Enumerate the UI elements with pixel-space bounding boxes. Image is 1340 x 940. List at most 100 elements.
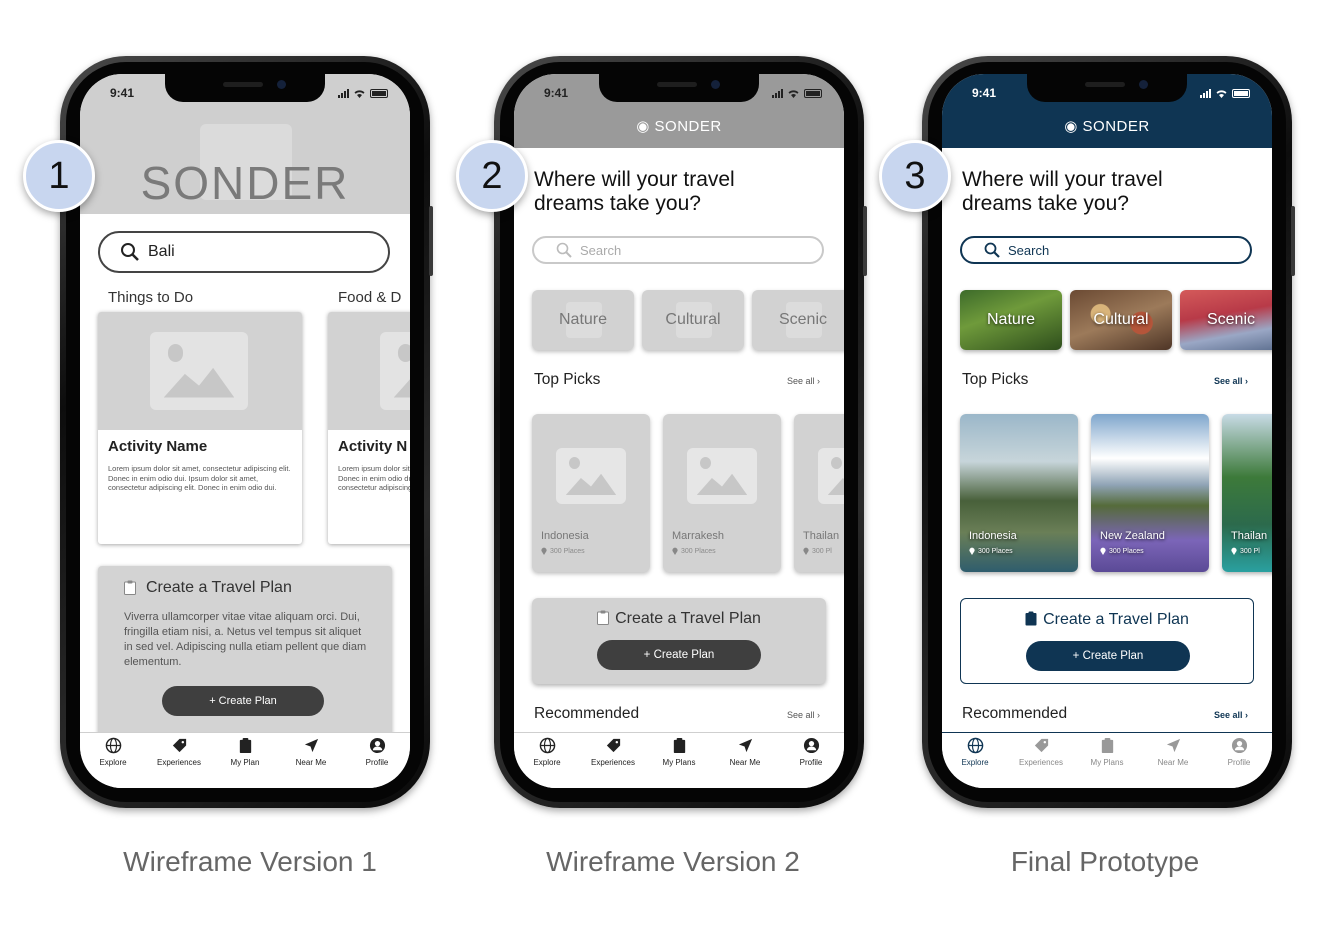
screen-wireframe-2: ◉ SONDER 9:41 Where will your travel drea… — [514, 74, 844, 788]
tab-profile[interactable]: Profile — [346, 737, 408, 788]
destination-card[interactable]: Indonesia 300 Places — [532, 414, 650, 572]
card-image-placeholder — [98, 312, 302, 430]
create-plan-button[interactable]: + Create Plan — [1026, 641, 1190, 671]
tab-near-me[interactable]: Near Me — [714, 737, 776, 788]
tab-near-me[interactable]: Near Me — [1142, 737, 1204, 788]
tab-experiences[interactable]: Experiences — [1010, 737, 1072, 788]
destination-card[interactable]: New Zealand 300 Places — [1091, 414, 1209, 572]
activity-name: Activity N — [338, 438, 408, 455]
tab-explore[interactable]: Explore — [516, 737, 578, 788]
tab-label: Experiences — [590, 758, 636, 767]
destination-name: Thailan — [1231, 530, 1268, 542]
category-scenic[interactable]: Scenic — [752, 290, 844, 350]
see-all-link[interactable]: See all › — [1214, 376, 1248, 386]
destination-card[interactable]: Thailan 300 Pl — [794, 414, 844, 572]
destination-places: 300 Places — [1100, 547, 1144, 555]
profile-icon — [369, 737, 385, 754]
tab-explore[interactable]: Explore — [944, 737, 1006, 788]
status-bar: 9:41 — [942, 86, 1272, 106]
profile-icon — [1231, 737, 1247, 754]
tag-icon — [1034, 738, 1048, 753]
pin-icon — [969, 547, 975, 555]
search-icon — [121, 243, 139, 261]
category-nature[interactable]: Nature — [532, 290, 634, 350]
search-input[interactable]: Bali — [98, 231, 390, 273]
signal-icon — [338, 89, 349, 98]
tab-bar: Explore Experiences My Plans Near Me Pro… — [514, 732, 844, 788]
tab-profile[interactable]: Profile — [1208, 737, 1270, 788]
see-all-link[interactable]: See all › — [787, 710, 820, 720]
see-all-link[interactable]: See all › — [1214, 710, 1248, 720]
tag-icon — [606, 738, 620, 753]
step-badge: 2 — [456, 140, 528, 212]
category-cultural[interactable]: Cultural — [1070, 290, 1172, 350]
category-nature[interactable]: Nature — [960, 290, 1062, 350]
pin-icon — [803, 547, 809, 555]
activity-name: Activity Name — [108, 438, 208, 455]
globe-icon — [105, 737, 121, 754]
tab-label: My Plans — [662, 758, 696, 767]
image-icon — [687, 448, 757, 504]
search-input[interactable]: Search — [960, 236, 1252, 264]
section-title-things-to-do: Things to Do — [108, 289, 194, 306]
profile-icon — [803, 737, 819, 754]
status-bar: 9:41 — [80, 86, 410, 106]
pin-icon — [672, 547, 678, 555]
phone-frame-final: ◉ SONDER 9:41 Where will your travel drea… — [922, 56, 1295, 808]
navigation-arrow-icon — [1166, 738, 1180, 753]
plan-title: Create a Travel Plan — [961, 611, 1253, 629]
destination-name: Marrakesh — [672, 530, 724, 542]
destination-places: 300 Places — [672, 547, 716, 555]
create-plan-button[interactable]: + Create Plan — [162, 686, 324, 716]
phone-frame-wireframe-2: ◉ SONDER 9:41 Where will your travel drea… — [494, 56, 867, 808]
tab-profile[interactable]: Profile — [780, 737, 842, 788]
activity-card[interactable]: Activity N Lorem ipsum dolor sit amet, c… — [328, 312, 410, 544]
destination-name: Indonesia — [541, 530, 589, 542]
brand-title: ◉ SONDER — [636, 118, 722, 135]
activity-card[interactable]: Activity Name Lorem ipsum dolor sit amet… — [98, 312, 302, 544]
destination-card[interactable]: Indonesia 300 Places — [960, 414, 1078, 572]
category-scenic[interactable]: Scenic — [1180, 290, 1272, 350]
globe-icon — [967, 737, 983, 754]
globe-icon — [539, 737, 555, 754]
category-cultural[interactable]: Cultural — [642, 290, 744, 350]
tab-near-me[interactable]: Near Me — [280, 737, 342, 788]
tab-label: Experiences — [1018, 758, 1064, 767]
tab-label: Explore — [99, 758, 127, 767]
tab-label: My Plan — [230, 758, 260, 767]
pin-icon — [1100, 547, 1106, 555]
screen-wireframe-1: 9:41 SONDER Bali Things to Do Food & D A… — [80, 74, 410, 788]
search-input[interactable]: Search — [532, 236, 824, 264]
tab-label: Profile — [1227, 758, 1251, 767]
tab-label: Profile — [365, 758, 389, 767]
section-title-top-picks: Top Picks — [962, 371, 1029, 388]
image-icon — [380, 332, 410, 410]
status-time: 9:41 — [544, 86, 569, 100]
activity-description: Lorem ipsum dolor sit amet, consectetur … — [338, 464, 410, 492]
tab-experiences[interactable]: Experiences — [148, 737, 210, 788]
activity-description: Lorem ipsum dolor sit amet, consectetur … — [108, 464, 291, 492]
clipboard-icon — [1101, 737, 1113, 754]
tab-my-plan[interactable]: My Plan — [214, 737, 276, 788]
destination-card[interactable]: Marrakesh 300 Places — [663, 414, 781, 572]
destination-card[interactable]: Thailan 300 Pl — [1222, 414, 1272, 572]
tab-label: Explore — [961, 758, 989, 767]
step-badge: 3 — [879, 140, 951, 212]
create-plan-panel: Create a Travel Plan + Create Plan — [960, 598, 1254, 684]
tab-my-plans[interactable]: My Plans — [648, 737, 710, 788]
tab-label: Explore — [533, 758, 561, 767]
search-icon — [984, 242, 1000, 258]
tab-my-plans[interactable]: My Plans — [1076, 737, 1138, 788]
destination-places: 300 Pl — [1231, 547, 1260, 555]
create-plan-button[interactable]: + Create Plan — [597, 640, 761, 670]
tab-label: Near Me — [1157, 758, 1189, 767]
headline: Where will your travel dreams take you? — [962, 168, 1163, 215]
signal-icon — [772, 89, 783, 98]
tab-explore[interactable]: Explore — [82, 737, 144, 788]
search-icon — [556, 242, 572, 258]
destination-name: Indonesia — [969, 530, 1017, 542]
phone-frame-wireframe-1: 9:41 SONDER Bali Things to Do Food & D A… — [60, 56, 433, 808]
see-all-link[interactable]: See all › — [787, 376, 820, 386]
wifi-icon — [788, 90, 799, 98]
tab-experiences[interactable]: Experiences — [582, 737, 644, 788]
